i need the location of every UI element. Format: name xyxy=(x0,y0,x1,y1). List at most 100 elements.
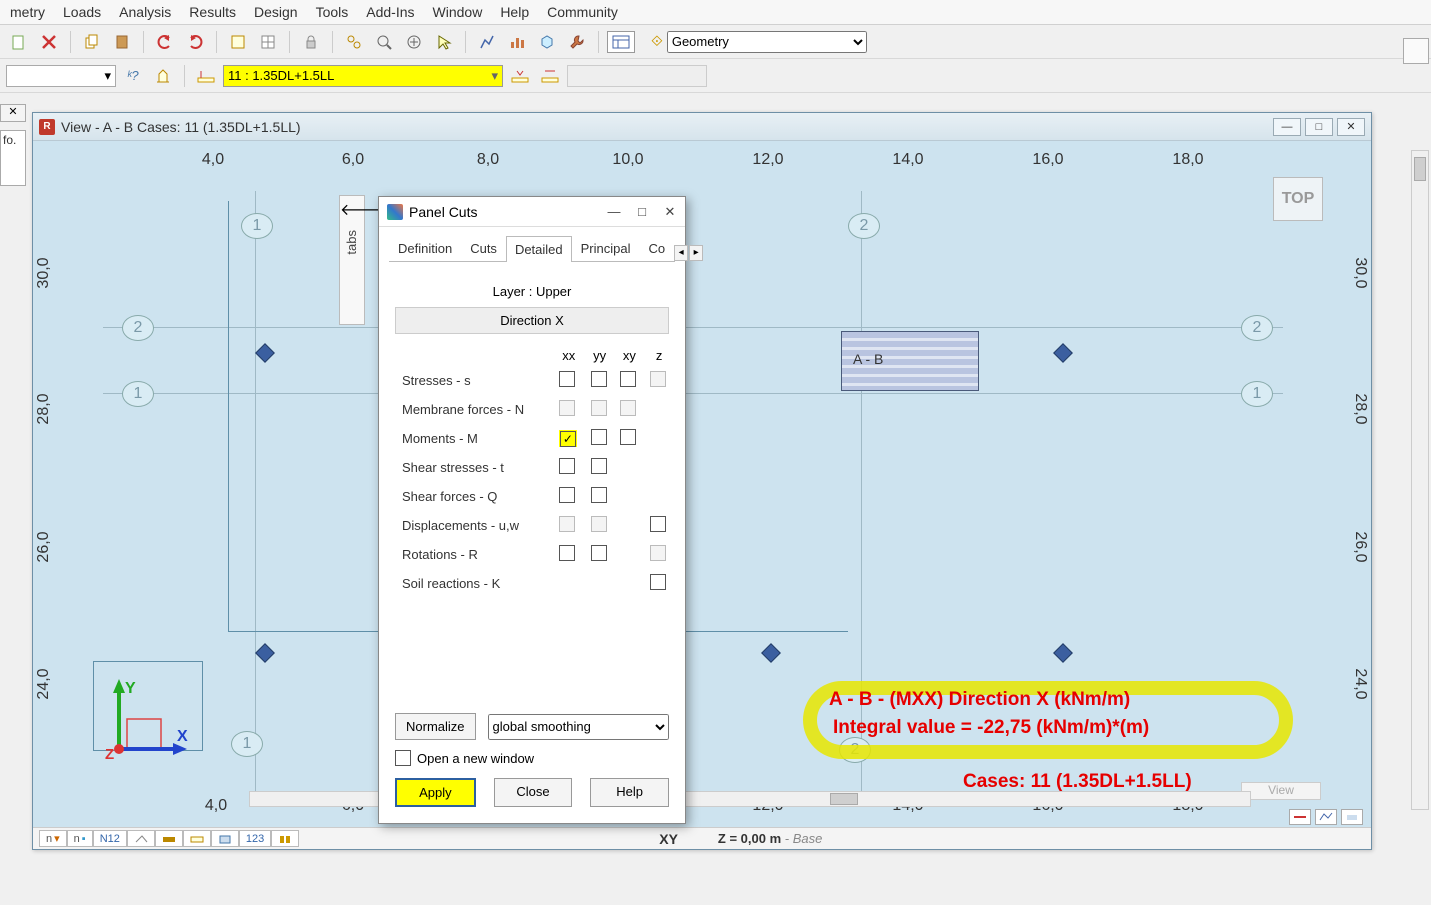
layout-selector[interactable]: ⟐ Geometry xyxy=(651,31,867,53)
viewport-tabs-handle[interactable]: 🡐 tabs xyxy=(339,195,365,325)
toolbar-btn-calc[interactable] xyxy=(225,29,251,55)
checkbox[interactable] xyxy=(620,371,636,387)
checkbox[interactable] xyxy=(591,487,607,503)
checkbox[interactable] xyxy=(559,371,575,387)
status-tab-8[interactable]: 123 xyxy=(239,830,271,847)
toolbar-lock-icon[interactable] xyxy=(298,29,324,55)
corner-tool-c[interactable] xyxy=(1341,809,1363,825)
toolbar-btn-c[interactable] xyxy=(504,29,530,55)
menu-design[interactable]: Design xyxy=(254,4,298,20)
menu-window[interactable]: Window xyxy=(433,4,483,20)
window-min-icon[interactable]: — xyxy=(1273,118,1301,136)
ruler-tick: 6,0 xyxy=(342,151,364,169)
menu-tools[interactable]: Tools xyxy=(316,4,349,20)
status-tab-5[interactable] xyxy=(155,830,183,847)
dialog-tab-detailed[interactable]: Detailed xyxy=(506,236,572,262)
menu-metry[interactable]: metry xyxy=(10,4,45,20)
toolbar-btn-undo[interactable] xyxy=(152,29,178,55)
normalize-button[interactable]: Normalize xyxy=(395,713,476,740)
ribbon-overflow[interactable] xyxy=(1403,38,1429,64)
case-nav-b[interactable] xyxy=(537,63,563,89)
tab-scroll-left[interactable]: ◂ xyxy=(674,245,688,261)
toolbar-btn-delete[interactable] xyxy=(36,29,62,55)
toolbar-zoomall-icon[interactable] xyxy=(401,29,427,55)
menu-community[interactable]: Community xyxy=(547,4,618,20)
dialog-tab-principal[interactable]: Principal xyxy=(572,235,640,261)
whats-this-icon[interactable]: ᵏ? xyxy=(120,63,146,89)
status-tab-4[interactable] xyxy=(127,830,155,847)
dialog-titlebar[interactable]: Panel Cuts — □ ✕ xyxy=(379,197,685,227)
dialog-max-icon[interactable]: □ xyxy=(635,204,649,220)
status-tab-2[interactable]: n▪ xyxy=(67,830,93,847)
corner-tool-a[interactable] xyxy=(1289,809,1311,825)
case-a-icon[interactable] xyxy=(193,63,219,89)
checkbox[interactable]: ✓ xyxy=(560,431,576,447)
model-node xyxy=(761,643,781,663)
selection-combo[interactable]: ▾ xyxy=(6,65,116,87)
toolbar-btn-copy[interactable] xyxy=(79,29,105,55)
main-vscroll[interactable] xyxy=(1411,150,1429,810)
toolbar-btn-b[interactable] xyxy=(474,29,500,55)
dialog-tab-definition[interactable]: Definition xyxy=(389,235,461,261)
left-panel-close[interactable]: ✕ xyxy=(0,104,26,122)
status-tab-9[interactable] xyxy=(271,830,299,847)
status-tab-7[interactable] xyxy=(211,830,239,847)
checkbox[interactable] xyxy=(620,429,636,445)
direction-header[interactable]: Direction X xyxy=(395,307,669,334)
menu-add-ins[interactable]: Add-Ins xyxy=(366,4,414,20)
toolbar-zoom-icon[interactable] xyxy=(371,29,397,55)
tab-scroll-right[interactable]: ▸ xyxy=(689,245,703,261)
toolbar-btn-table[interactable] xyxy=(255,29,281,55)
status-tab-1[interactable]: n▾ xyxy=(39,830,67,847)
toolbar-btn-redo[interactable] xyxy=(182,29,208,55)
geometry-select[interactable]: Geometry xyxy=(667,31,867,53)
corner-tool-b[interactable] xyxy=(1315,809,1337,825)
checkbox xyxy=(650,371,666,387)
checkbox[interactable] xyxy=(591,371,607,387)
menu-loads[interactable]: Loads xyxy=(63,4,101,20)
mode-combo[interactable] xyxy=(567,65,707,87)
checkbox[interactable] xyxy=(591,545,607,561)
axis-gizmo: Y X Z xyxy=(69,671,189,781)
window-close-icon[interactable]: ✕ xyxy=(1337,118,1365,136)
toolbar-wrench-icon[interactable] xyxy=(564,29,590,55)
menu-help[interactable]: Help xyxy=(500,4,529,20)
grid-bubble: 1 xyxy=(241,213,273,239)
window-max-icon[interactable]: □ xyxy=(1305,118,1333,136)
building-icon[interactable] xyxy=(150,63,176,89)
help-button[interactable]: Help xyxy=(590,778,669,807)
status-tab-3[interactable]: N12 xyxy=(93,830,127,847)
layer-label: Layer : Upper xyxy=(389,284,675,299)
checkbox[interactable] xyxy=(559,487,575,503)
toolbar-cursor-icon[interactable] xyxy=(431,29,457,55)
apply-button[interactable]: Apply xyxy=(395,778,476,807)
menu-analysis[interactable]: Analysis xyxy=(119,4,171,20)
view-orientation-badge[interactable]: TOP xyxy=(1273,177,1323,221)
checkbox[interactable] xyxy=(591,429,607,445)
smoothing-select[interactable]: global smoothing xyxy=(488,714,669,740)
checkbox[interactable] xyxy=(650,516,666,532)
toolbar-3d-icon[interactable] xyxy=(534,29,560,55)
load-case-combo[interactable]: 11 : 1.35DL+1.5LL ▾ xyxy=(223,65,503,87)
ruler-tick: 26,0 xyxy=(1351,531,1369,562)
toolbar-btn-paste[interactable] xyxy=(109,29,135,55)
dialog-close-icon[interactable]: ✕ xyxy=(663,204,677,220)
close-button[interactable]: Close xyxy=(494,778,573,807)
ruler-tick: 26,0 xyxy=(35,531,53,562)
open-new-window-checkbox[interactable] xyxy=(395,750,411,766)
toolbar-btn-a[interactable] xyxy=(341,29,367,55)
dialog-min-icon[interactable]: — xyxy=(607,204,621,220)
view-window-titlebar[interactable]: R View - A - B Cases: 11 (1.35DL+1.5LL) … xyxy=(33,113,1371,141)
status-tab-6[interactable] xyxy=(183,830,211,847)
layout-manager-icon[interactable] xyxy=(607,31,635,53)
checkbox[interactable] xyxy=(559,458,575,474)
case-nav-a[interactable] xyxy=(507,63,533,89)
checkbox[interactable] xyxy=(559,545,575,561)
dialog-tab-cuts[interactable]: Cuts xyxy=(461,235,506,261)
dialog-tab-co[interactable]: Co xyxy=(640,235,675,261)
toolbar-btn-new[interactable] xyxy=(6,29,32,55)
checkbox[interactable] xyxy=(591,458,607,474)
menu-results[interactable]: Results xyxy=(189,4,236,20)
checkbox[interactable] xyxy=(650,574,666,590)
view-mode-indicator: View xyxy=(1241,782,1321,800)
